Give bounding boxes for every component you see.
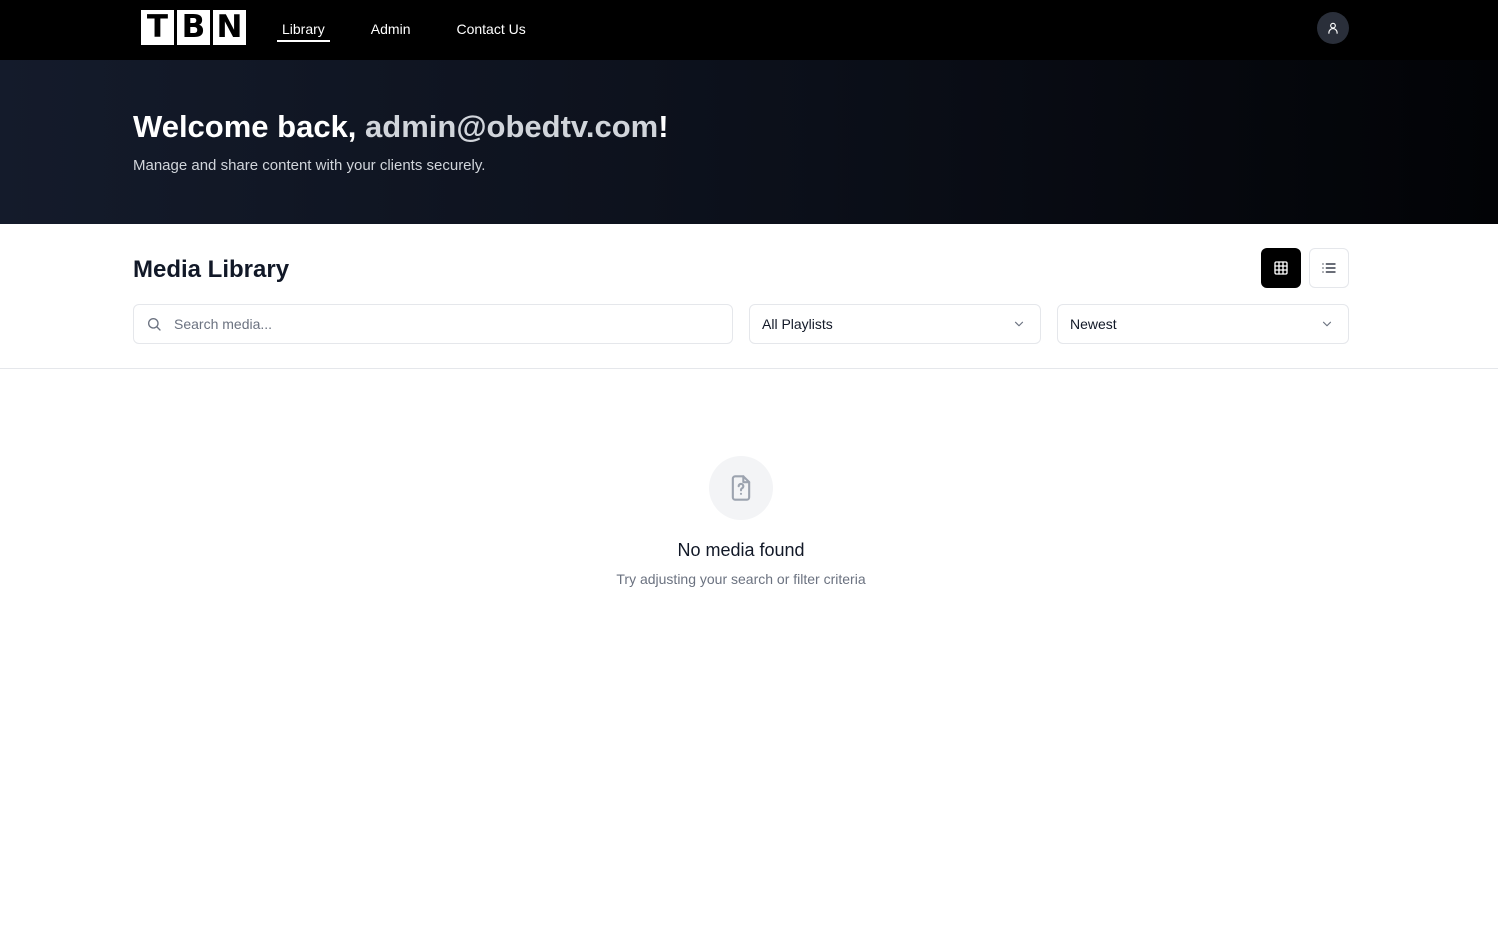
logo-letter: N xyxy=(213,10,246,45)
search-input[interactable] xyxy=(174,305,732,343)
grid-icon xyxy=(1274,261,1288,275)
tbn-logo[interactable]: T B N xyxy=(141,10,246,45)
search-icon xyxy=(134,304,174,344)
search-box xyxy=(133,304,733,344)
sort-value: Newest xyxy=(1070,316,1117,332)
welcome-heading: Welcome back, admin@obedtv.com! xyxy=(133,109,669,145)
media-library-toolbar: Media Library All Playlists Newest xyxy=(0,224,1498,369)
sort-select[interactable]: Newest xyxy=(1057,304,1349,344)
logo-letter: B xyxy=(177,10,210,45)
user-menu-button[interactable] xyxy=(1317,12,1349,44)
nav-link-admin[interactable]: Admin xyxy=(366,21,416,40)
list-icon xyxy=(1322,263,1336,273)
page-title: Media Library xyxy=(133,256,290,283)
user-email: admin@obedtv.com xyxy=(365,109,659,144)
empty-state-title: No media found xyxy=(677,540,805,560)
playlist-filter-value: All Playlists xyxy=(762,316,833,332)
empty-state-subtitle: Try adjusting your search or filter crit… xyxy=(616,571,866,587)
top-navbar: T B N Library Admin Contact Us xyxy=(0,0,1498,60)
logo-letter: T xyxy=(141,10,174,45)
chevron-down-icon xyxy=(1014,321,1024,327)
user-icon xyxy=(1328,22,1338,34)
empty-state: No media found Try adjusting your search… xyxy=(0,369,1498,938)
nav-link-contact-us[interactable]: Contact Us xyxy=(451,21,530,40)
welcome-subtitle: Manage and share content with your clien… xyxy=(133,157,486,174)
welcome-greeting: Welcome back, xyxy=(133,109,366,144)
list-view-button[interactable] xyxy=(1309,248,1349,288)
welcome-exclaim: ! xyxy=(658,109,669,144)
file-question-icon xyxy=(709,456,773,520)
main-nav: Library Admin Contact Us xyxy=(277,0,567,60)
playlist-filter-select[interactable]: All Playlists xyxy=(749,304,1041,344)
chevron-down-icon xyxy=(1322,321,1332,327)
nav-link-library[interactable]: Library xyxy=(277,21,330,42)
welcome-hero: Welcome back, admin@obedtv.com! Manage a… xyxy=(0,60,1498,224)
grid-view-button[interactable] xyxy=(1261,248,1301,288)
